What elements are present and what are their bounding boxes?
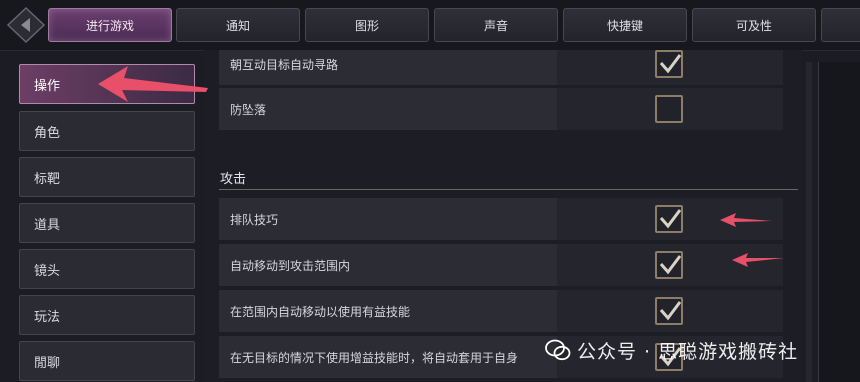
sidebar-item-gameplay[interactable]: 玩法 [19,295,195,335]
sidebar-item-label: 閒聊 [34,355,61,371]
sidebar-item-label: 角色 [34,125,61,141]
watermark: 公众号 · 思聪游戏搬砖社 [545,335,798,365]
settings-content: 朝互动目标自动寻路 防坠落 攻击 排队技巧 自动移动到攻击范围内 在范围内自动移… [204,50,802,382]
annotation-arrow-icon [98,66,208,102]
setting-checkbox[interactable] [655,251,683,279]
checkmark-icon [659,209,682,229]
back-button[interactable] [6,6,46,44]
setting-row: 排队技巧 [219,198,783,240]
setting-row: 在范围内自动移动以使用有益技能 [219,290,783,332]
setting-label: 自动移动到攻击范围内 [230,258,351,273]
setting-label: 朝互动目标自动寻路 [230,57,339,72]
sidebar-item-character[interactable]: 角色 [19,111,195,151]
sidebar-item-label: 操作 [34,78,61,94]
sidebar-item-chat[interactable]: 閒聊 [19,341,195,381]
right-panel [818,62,860,382]
tab-more[interactable] [821,8,860,42]
tab-hotkeys[interactable]: 快捷键 [563,8,687,42]
section-title: 攻击 [220,172,247,187]
scrollbar-track[interactable] [806,62,812,382]
setting-label: 在范围内自动移动以使用有益技能 [230,304,411,319]
setting-row: 自动移动到攻击范围内 [219,244,783,286]
sidebar-item-camera[interactable]: 镜头 [19,249,195,289]
setting-checkbox[interactable] [655,297,683,325]
setting-checkbox[interactable] [655,95,683,123]
sidebar-item-items[interactable]: 道具 [19,203,195,243]
sidebar-item-label: 镜头 [34,263,61,279]
setting-label: 防坠落 [230,102,267,117]
back-arrow-icon [6,6,46,44]
annotation-arrow-icon [732,253,784,267]
watermark-text: 公众号 · 思聪游戏搬砖社 [577,340,799,363]
wechat-icon [545,339,571,361]
section-divider [219,189,798,190]
sidebar-item-target[interactable]: 标靶 [19,157,195,197]
sidebar-item-label: 标靶 [34,171,61,187]
checkmark-icon [659,54,682,74]
setting-checkbox[interactable] [655,205,683,233]
annotation-arrow-icon [720,213,772,227]
setting-label: 在无目标的情况下使用增益技能时，将自动套用于自身 [230,350,519,365]
top-tab-bar: 进行游戏 通知 图形 声音 快捷键 可及性 [0,0,860,51]
checkmark-icon [659,255,682,275]
setting-row: 朝互动目标自动寻路 [219,50,783,85]
tab-graphics[interactable]: 图形 [305,8,429,42]
sidebar-item-label: 道具 [34,217,61,233]
setting-row: 防坠落 [219,88,783,130]
setting-checkbox[interactable] [655,50,683,78]
setting-label: 排队技巧 [230,212,279,227]
checkmark-icon [659,301,682,321]
tab-notifications[interactable]: 通知 [176,8,300,42]
tab-sound[interactable]: 声音 [434,8,558,42]
tab-accessibility[interactable]: 可及性 [692,8,816,42]
sidebar-item-label: 玩法 [34,309,61,325]
tab-gameplay[interactable]: 进行游戏 [48,8,172,42]
